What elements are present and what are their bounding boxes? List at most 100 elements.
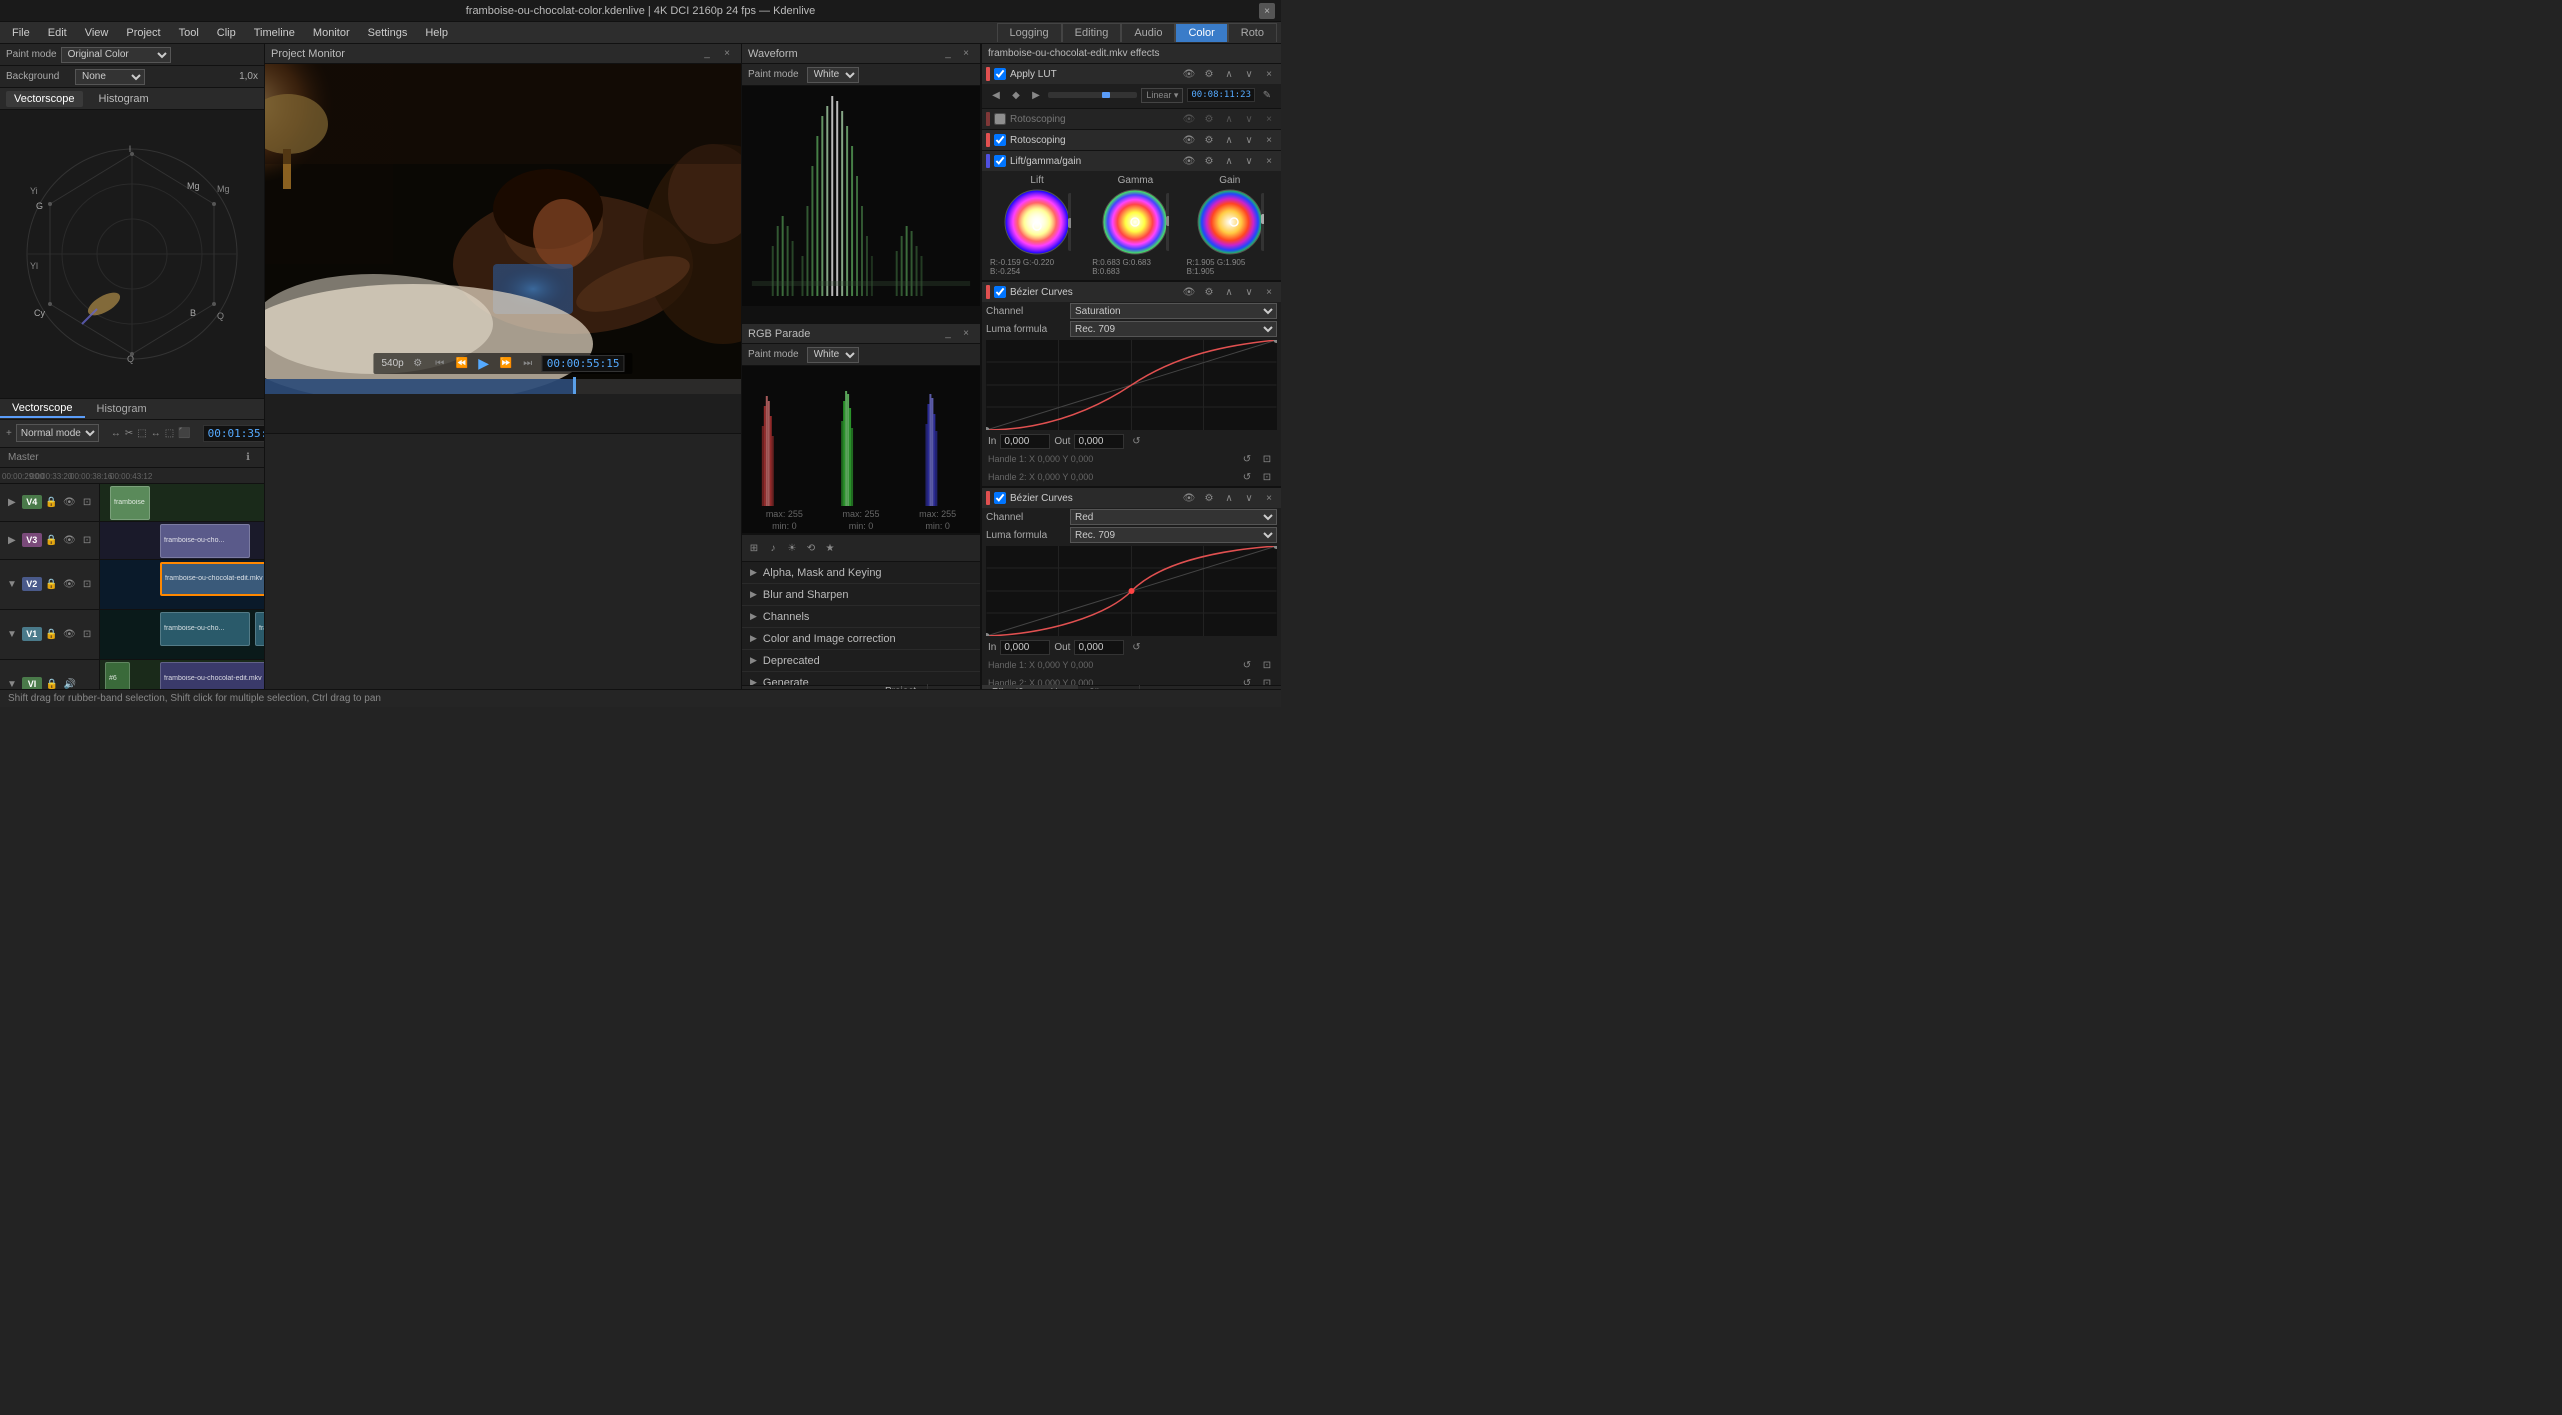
menu-edit[interactable]: Edit [40, 25, 75, 41]
track-v1-lock[interactable]: 🔒 [44, 626, 60, 642]
bezier1-handle2-lock[interactable]: ⊡ [1259, 469, 1275, 485]
bezier1-reset[interactable]: ↺ [1128, 433, 1144, 449]
effect-roto1-eye[interactable]: 👁 [1181, 111, 1197, 127]
tab-histogram[interactable]: Histogram [91, 91, 157, 107]
track-v4-toggle[interactable]: ▶ [4, 494, 20, 510]
tab-logging[interactable]: Logging [997, 23, 1062, 42]
effects-btn-4[interactable]: ⟲ [803, 540, 819, 556]
menu-tool[interactable]: Tool [171, 25, 207, 41]
effect-cat-generate[interactable]: ▶ Generate [742, 672, 980, 685]
tab-roto[interactable]: Roto [1228, 23, 1277, 42]
clip-v1-2[interactable]: framboise-ou-cho... [255, 612, 264, 646]
track-v1-eye[interactable]: 👁 [61, 626, 77, 642]
clip-v1-1[interactable]: framboise-ou-cho... [160, 612, 250, 646]
tab-histogram-bottom[interactable]: Histogram [85, 401, 159, 417]
track-v2-lock[interactable]: 🔒 [44, 576, 60, 592]
monitor-close[interactable]: × [719, 46, 735, 62]
effect-lgg-delete[interactable]: × [1261, 153, 1277, 169]
timeline-btn-4[interactable]: ↔ [151, 425, 161, 441]
track-v4-eye[interactable]: 👁 [61, 494, 77, 510]
effect-cat-deprecated[interactable]: ▶ Deprecated [742, 650, 980, 672]
menu-timeline[interactable]: Timeline [246, 25, 303, 41]
monitor-rewind[interactable]: ⏪ [454, 356, 470, 372]
bezier1-enabled[interactable] [994, 286, 1006, 298]
tab-audio[interactable]: Audio [1121, 23, 1175, 42]
track-v1-mute[interactable]: ⊡ [79, 626, 95, 642]
track-v4-lock[interactable]: 🔒 [44, 494, 60, 510]
effect-roto1-enabled[interactable] [994, 113, 1006, 125]
bezier1-handle2-reset[interactable]: ↺ [1239, 469, 1255, 485]
effects-btn-3[interactable]: ☀ [784, 540, 800, 556]
lut-type-select[interactable]: Linear ▾ [1141, 88, 1183, 103]
tab-editing[interactable]: Editing [1062, 23, 1122, 42]
bezier2-luma-select[interactable]: Rec. 709 [1070, 527, 1277, 543]
waveform-minimize[interactable]: _ [940, 46, 956, 62]
bezier2-in-field[interactable] [1000, 640, 1050, 655]
effect-roto2-down[interactable]: ∨ [1241, 132, 1257, 148]
menu-file[interactable]: File [4, 25, 38, 41]
effect-roto2-up[interactable]: ∧ [1221, 132, 1237, 148]
bezier2-config[interactable]: ⚙ [1201, 490, 1217, 506]
menu-view[interactable]: View [77, 25, 117, 41]
track-v3-lock[interactable]: 🔒 [44, 532, 60, 548]
effect-roto1-config[interactable]: ⚙ [1201, 111, 1217, 127]
timeline-btn-1[interactable]: ↔ [111, 425, 121, 441]
bezier1-down[interactable]: ∨ [1241, 284, 1257, 300]
menu-project[interactable]: Project [118, 25, 168, 41]
bezier1-delete[interactable]: × [1261, 284, 1277, 300]
bezier2-handle2-reset[interactable]: ↺ [1239, 675, 1255, 685]
effect-lgg-config[interactable]: ⚙ [1201, 153, 1217, 169]
track-v1-toggle[interactable]: ▼ [4, 626, 20, 642]
menu-monitor[interactable]: Monitor [305, 25, 358, 41]
rgb-close[interactable]: × [958, 326, 974, 342]
lut-timecode-edit[interactable]: ✎ [1259, 87, 1275, 103]
bezier2-down[interactable]: ∨ [1241, 490, 1257, 506]
timeline-btn-5[interactable]: ⬚ [165, 425, 174, 441]
bezier1-luma-select[interactable]: Rec. 709 [1070, 321, 1277, 337]
effect-lgg-down[interactable]: ∨ [1241, 153, 1257, 169]
bezier1-channel-select[interactable]: Saturation Red Green Blue [1070, 303, 1277, 319]
track-v3-eye[interactable]: 👁 [61, 532, 77, 548]
track-v3-toggle[interactable]: ▶ [4, 532, 20, 548]
effect-roto2-enabled[interactable] [994, 134, 1006, 146]
tab-color[interactable]: Color [1175, 23, 1227, 42]
effect-lut-arrow-down[interactable]: ∨ [1241, 66, 1257, 82]
track-v2-mute[interactable]: ⊡ [79, 576, 95, 592]
bezier1-out-field[interactable] [1074, 434, 1124, 449]
effects-btn-1[interactable]: ⊞ [746, 540, 762, 556]
lut-prev-kf[interactable]: ◀ [988, 87, 1004, 103]
bezier2-up[interactable]: ∧ [1221, 490, 1237, 506]
timeline-btn-3[interactable]: ⬚ [137, 425, 146, 441]
monitor-play[interactable]: ▶ [476, 356, 492, 372]
bezier2-enabled[interactable] [994, 492, 1006, 504]
effect-cat-blur[interactable]: ▶ Blur and Sharpen [742, 584, 980, 606]
track-v2-eye[interactable]: 👁 [61, 576, 77, 592]
bezier2-handle1-reset[interactable]: ↺ [1239, 657, 1255, 673]
monitor-next-frame[interactable]: ⏭ [520, 356, 536, 372]
monitor-play-settings[interactable]: ⚙ [410, 356, 426, 372]
clip-v4-1[interactable]: framboise [110, 486, 150, 520]
bezier1-up[interactable]: ∧ [1221, 284, 1237, 300]
effect-roto1-up[interactable]: ∧ [1221, 111, 1237, 127]
effect-roto2-eye[interactable]: 👁 [1181, 132, 1197, 148]
gain-wheel-svg[interactable] [1196, 188, 1264, 256]
effects-btn-5[interactable]: ★ [822, 540, 838, 556]
effect-cat-color[interactable]: ▶ Color and Image correction [742, 628, 980, 650]
master-info-btn[interactable]: ℹ [240, 449, 256, 465]
effect-lut-arrow-up[interactable]: ∧ [1221, 66, 1237, 82]
gamma-wheel-svg[interactable] [1101, 188, 1169, 256]
bezier1-handle1-lock[interactable]: ⊡ [1259, 451, 1275, 467]
monitor-fast-forward[interactable]: ⏩ [498, 356, 514, 372]
bezier1-in-field[interactable] [1000, 434, 1050, 449]
bezier2-handle1-lock[interactable]: ⊡ [1259, 657, 1275, 673]
bezier1-graph[interactable] [986, 340, 1277, 430]
bezier2-channel-select[interactable]: Red Saturation Green Blue [1070, 509, 1277, 525]
effect-roto1-delete[interactable]: × [1261, 111, 1277, 127]
bezier1-handle1-reset[interactable]: ↺ [1239, 451, 1255, 467]
effect-lut-eye[interactable]: 👁 [1181, 66, 1197, 82]
effect-lgg-eye[interactable]: 👁 [1181, 153, 1197, 169]
tab-vectorscope-bottom[interactable]: Vectorscope [0, 400, 85, 418]
timeline-btn-2[interactable]: ✂ [125, 425, 133, 441]
bezier2-reset[interactable]: ↺ [1128, 639, 1144, 655]
rgb-pm-select[interactable]: White [807, 347, 859, 363]
